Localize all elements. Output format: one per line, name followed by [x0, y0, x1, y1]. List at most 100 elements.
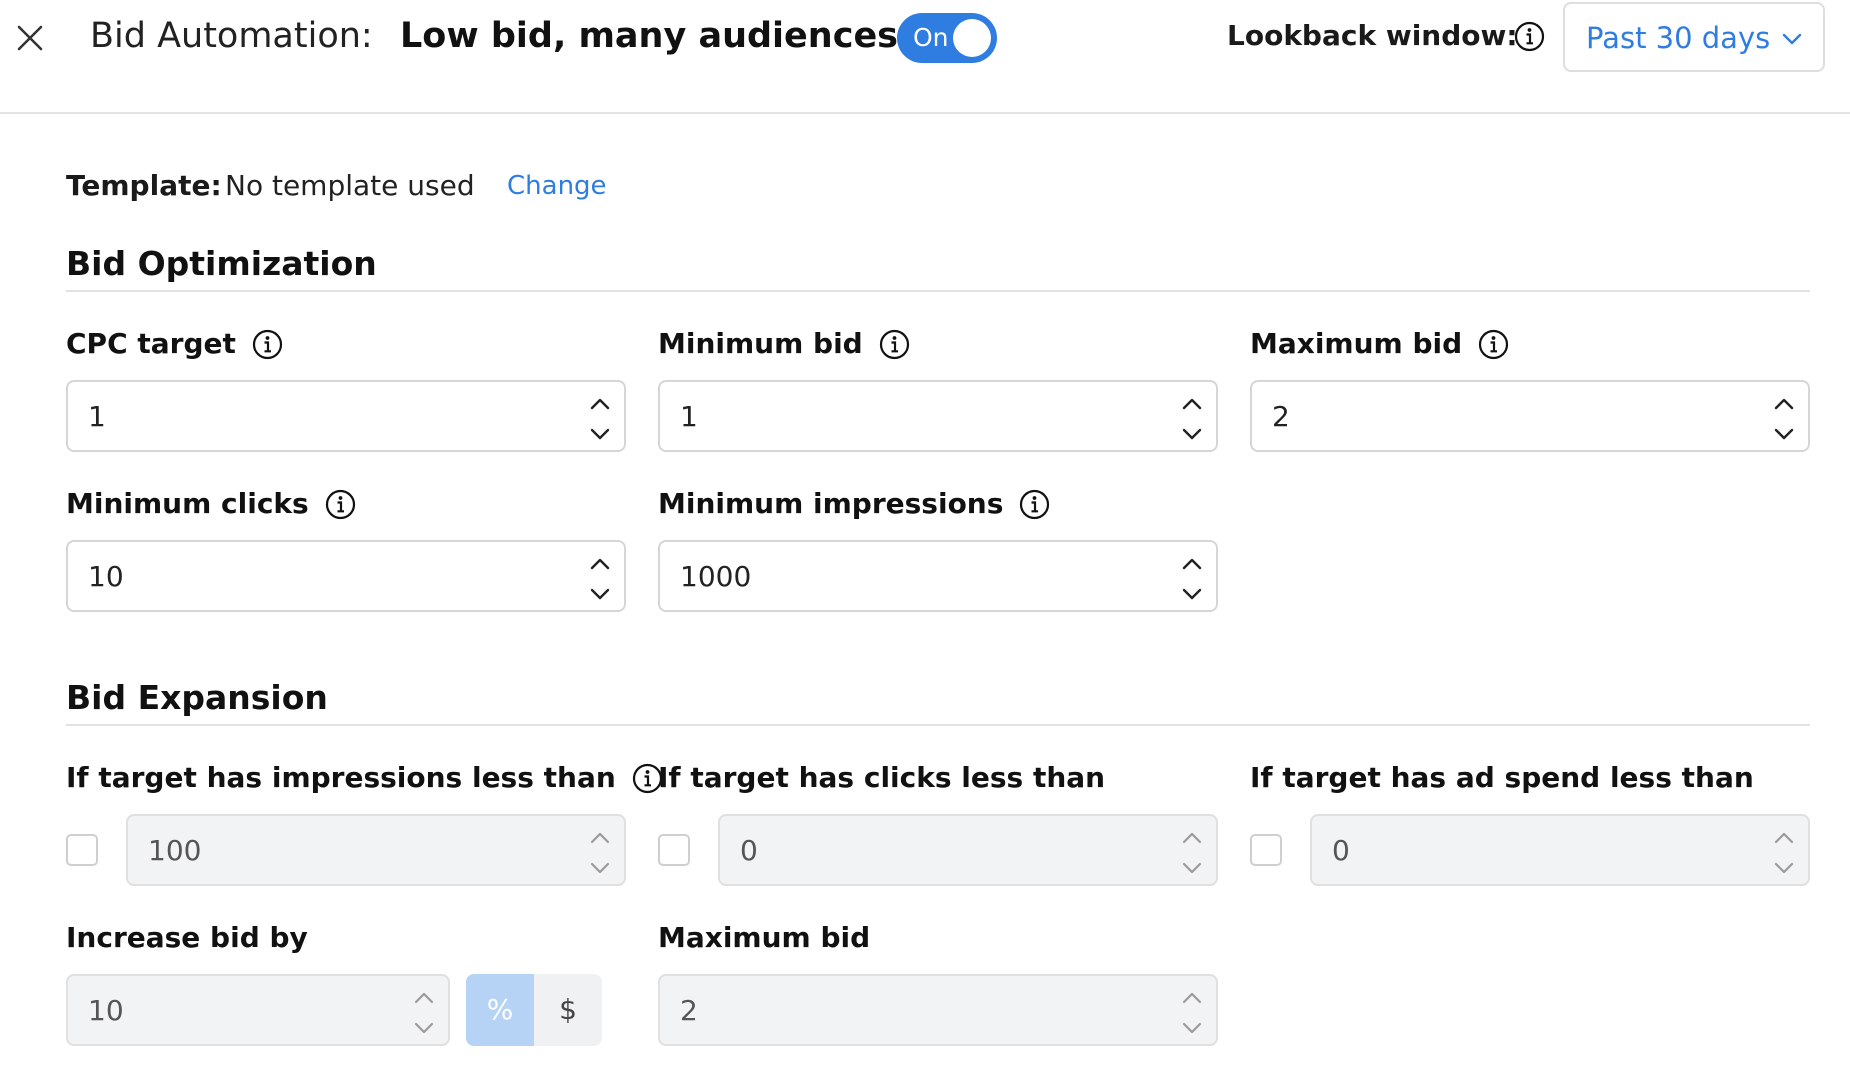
minimum-bid-label: Minimum bid: [658, 324, 910, 364]
ad-spend-less-than-label: If target has ad spend less than: [1250, 758, 1754, 798]
info-icon[interactable]: [1514, 21, 1545, 52]
cpc-target-label: CPC target: [66, 324, 283, 364]
impressions-less-than-label: If target has impressions less than: [66, 758, 663, 798]
toggle-knob: [953, 19, 991, 57]
cpc-target-label-text: CPC target: [66, 327, 236, 360]
header-bar: Bid Automation: Low bid, many audiences.…: [0, 0, 1850, 114]
minimum-bid-value: 1: [680, 400, 698, 433]
ad-spend-less-than-label-text: If target has ad spend less than: [1250, 761, 1754, 794]
cpc-target-stepper: [584, 388, 616, 446]
minimum-bid-input[interactable]: 1: [658, 380, 1218, 452]
ad-spend-less-than-stepper: [1768, 822, 1800, 880]
maximum-bid-stepper: [1768, 388, 1800, 446]
increase-bid-by-input[interactable]: 10: [66, 974, 450, 1046]
minimum-impressions-input[interactable]: 1000: [658, 540, 1218, 612]
minimum-clicks-value: 10: [88, 560, 124, 593]
chevron-up-icon[interactable]: [1180, 552, 1204, 576]
clicks-less-than-checkbox[interactable]: [658, 834, 690, 866]
chevron-down-icon[interactable]: [1180, 1016, 1204, 1040]
lookback-window-select[interactable]: Past 30 days: [1563, 2, 1825, 72]
ad-spend-less-than-value: 0: [1332, 834, 1350, 867]
clicks-less-than-label: If target has clicks less than: [658, 758, 1105, 798]
increase-unit-toggle: % $: [466, 974, 602, 1046]
info-icon[interactable]: [1478, 329, 1509, 360]
section-title-bid-optimization: Bid Optimization: [66, 244, 377, 283]
expansion-maximum-bid-label: Maximum bid: [658, 918, 870, 958]
ad-spend-less-than-checkbox[interactable]: [1250, 834, 1282, 866]
section-divider: [66, 290, 1810, 292]
chevron-up-icon[interactable]: [588, 826, 612, 850]
minimum-bid-label-text: Minimum bid: [658, 327, 863, 360]
page-title-prefix: Bid Automation:: [90, 16, 373, 56]
chevron-down-icon: [1782, 33, 1802, 45]
minimum-impressions-stepper: [1176, 548, 1208, 606]
minimum-clicks-stepper: [584, 548, 616, 606]
minimum-clicks-label: Minimum clicks: [66, 484, 356, 524]
chevron-down-icon[interactable]: [1772, 856, 1796, 880]
automation-toggle[interactable]: On: [897, 13, 997, 63]
increase-bid-by-label: Increase bid by: [66, 918, 308, 958]
clicks-less-than-label-text: If target has clicks less than: [658, 761, 1106, 794]
maximum-bid-label: Maximum bid: [1250, 324, 1509, 364]
info-icon[interactable]: [1019, 489, 1050, 520]
impressions-less-than-value: 100: [148, 834, 202, 867]
maximum-bid-value: 2: [1272, 400, 1290, 433]
maximum-bid-label-text: Maximum bid: [1250, 327, 1463, 360]
chevron-up-icon[interactable]: [588, 552, 612, 576]
info-icon[interactable]: [879, 329, 910, 360]
increase-bid-by-value: 10: [88, 994, 124, 1027]
template-label: Template:: [66, 169, 222, 202]
impressions-less-than-stepper: [584, 822, 616, 880]
increase-bid-by-label-text: Increase bid by: [66, 921, 308, 954]
close-icon[interactable]: [12, 20, 48, 56]
section-divider: [66, 724, 1810, 726]
minimum-impressions-label: Minimum impressions: [658, 484, 1050, 524]
minimum-impressions-value: 1000: [680, 560, 752, 593]
impressions-less-than-label-text: If target has impressions less than: [66, 761, 616, 794]
chevron-up-icon[interactable]: [412, 986, 436, 1010]
chevron-up-icon[interactable]: [1772, 826, 1796, 850]
chevron-down-icon[interactable]: [588, 422, 612, 446]
expansion-maximum-bid-label-text: Maximum bid: [658, 921, 871, 954]
impressions-less-than-checkbox[interactable]: [66, 834, 98, 866]
chevron-down-icon[interactable]: [412, 1016, 436, 1040]
maximum-bid-input[interactable]: 2: [1250, 380, 1810, 452]
minimum-bid-stepper: [1176, 388, 1208, 446]
chevron-down-icon[interactable]: [1772, 422, 1796, 446]
impressions-less-than-input[interactable]: 100: [126, 814, 626, 886]
lookback-label: Lookback window:: [1227, 19, 1518, 52]
cpc-target-input[interactable]: 1: [66, 380, 626, 452]
increase-bid-by-stepper: [408, 982, 440, 1040]
chevron-down-icon[interactable]: [588, 856, 612, 880]
ad-spend-less-than-input[interactable]: 0: [1310, 814, 1810, 886]
clicks-less-than-value: 0: [740, 834, 758, 867]
chevron-down-icon[interactable]: [588, 582, 612, 606]
change-template-link[interactable]: Change: [507, 166, 607, 206]
percent-unit-button[interactable]: %: [466, 974, 534, 1046]
minimum-impressions-label-text: Minimum impressions: [658, 487, 1004, 520]
lookback-window-value: Past 30 days: [1586, 21, 1771, 55]
dollar-unit-button[interactable]: $: [534, 974, 602, 1046]
expansion-maximum-bid-value: 2: [680, 994, 698, 1027]
chevron-up-icon[interactable]: [1180, 392, 1204, 416]
chevron-down-icon[interactable]: [1180, 422, 1204, 446]
template-value: No template used: [225, 169, 475, 202]
toggle-label: On: [913, 23, 949, 52]
clicks-less-than-stepper: [1176, 822, 1208, 880]
chevron-up-icon[interactable]: [588, 392, 612, 416]
expansion-maximum-bid-stepper: [1176, 982, 1208, 1040]
info-icon[interactable]: [325, 489, 356, 520]
minimum-clicks-label-text: Minimum clicks: [66, 487, 309, 520]
page-title: Low bid, many audiences.: [400, 16, 912, 56]
chevron-up-icon[interactable]: [1180, 826, 1204, 850]
chevron-up-icon[interactable]: [1772, 392, 1796, 416]
chevron-down-icon[interactable]: [1180, 582, 1204, 606]
chevron-up-icon[interactable]: [1180, 986, 1204, 1010]
expansion-maximum-bid-input[interactable]: 2: [658, 974, 1218, 1046]
section-title-bid-expansion: Bid Expansion: [66, 678, 328, 717]
chevron-down-icon[interactable]: [1180, 856, 1204, 880]
cpc-target-value: 1: [88, 400, 106, 433]
info-icon[interactable]: [252, 329, 283, 360]
minimum-clicks-input[interactable]: 10: [66, 540, 626, 612]
clicks-less-than-input[interactable]: 0: [718, 814, 1218, 886]
